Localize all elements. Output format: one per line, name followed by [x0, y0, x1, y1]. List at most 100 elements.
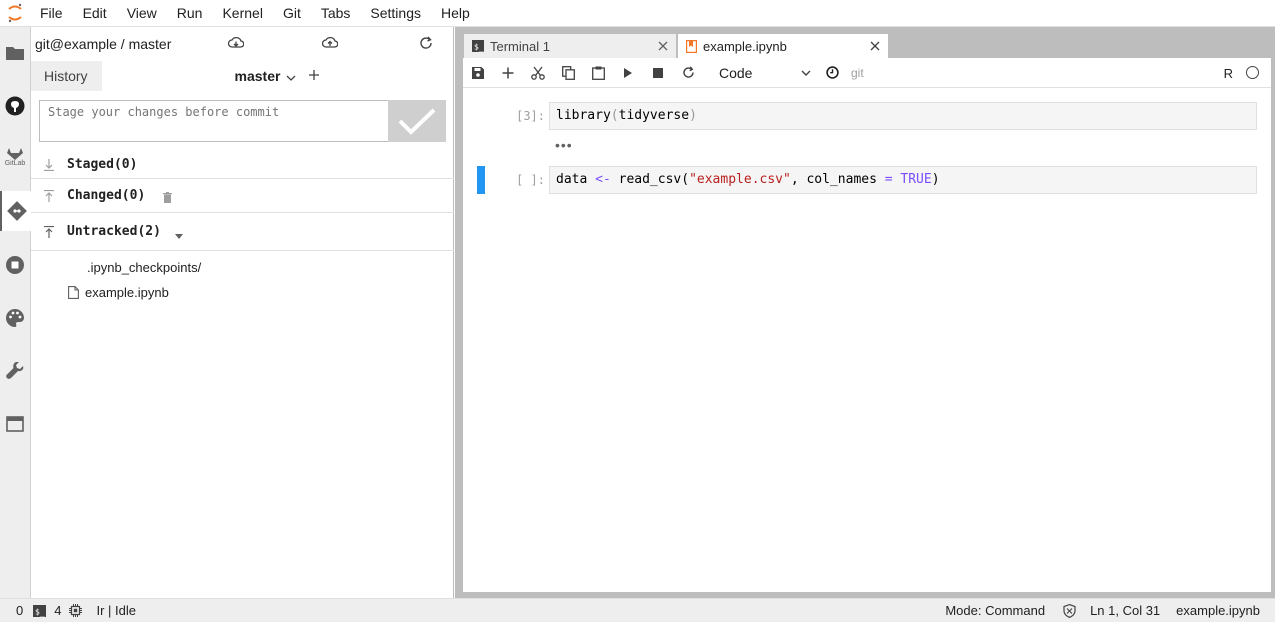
- menu-edit[interactable]: Edit: [73, 0, 117, 27]
- branch-label: master: [234, 68, 281, 84]
- code-token: "example.csv": [689, 172, 791, 187]
- commit-button[interactable]: [388, 100, 446, 142]
- staged-section[interactable]: Staged(0): [31, 151, 454, 179]
- cell-input[interactable]: library(tidyverse): [549, 102, 1257, 130]
- code-token: data: [556, 172, 596, 187]
- mode-indicator[interactable]: Mode: Command: [945, 603, 1045, 618]
- svg-text:$_: $_: [35, 607, 45, 616]
- commit-message-input[interactable]: Stage your changes before commit: [39, 100, 446, 142]
- run-icon[interactable]: [613, 58, 643, 88]
- cell-input[interactable]: data <- read_csv("example.csv", col_name…: [549, 166, 1257, 194]
- menu-settings[interactable]: Settings: [360, 0, 431, 27]
- cut-icon[interactable]: [523, 58, 553, 88]
- trash-icon[interactable]: [163, 191, 173, 206]
- close-icon[interactable]: [870, 41, 880, 51]
- stop-circle-icon[interactable]: [0, 245, 30, 285]
- untracked-section[interactable]: Untracked(2): [31, 213, 454, 251]
- kernel-status[interactable]: Ir | Idle: [96, 603, 136, 618]
- clock-icon[interactable]: [817, 58, 847, 88]
- folder-icon[interactable]: [0, 33, 30, 73]
- git-icon[interactable]: [0, 191, 31, 231]
- tab-icon[interactable]: [0, 404, 30, 444]
- cell-type-value: Code: [719, 64, 753, 81]
- close-icon[interactable]: [658, 41, 668, 51]
- tab-label: example.ipynb: [703, 38, 787, 54]
- changed-title: Changed(0): [67, 188, 146, 203]
- cell-type-select[interactable]: Code: [719, 65, 811, 81]
- cloud-download-icon[interactable]: [227, 36, 245, 53]
- save-icon[interactable]: [463, 58, 493, 88]
- wrench-icon[interactable]: [0, 351, 30, 391]
- tab-branch[interactable]: master: [102, 61, 453, 91]
- changed-section[interactable]: Changed(0): [31, 179, 454, 213]
- svg-text:$_: $_: [474, 43, 484, 52]
- cell-collapser[interactable]: [477, 166, 485, 194]
- tab-history-label: History: [44, 68, 88, 84]
- code-token: ): [689, 108, 697, 123]
- untracked-arrow-icon: [31, 225, 67, 238]
- cloud-upload-icon[interactable]: [321, 36, 339, 53]
- document-tab-bar: $_ Terminal 1 example.ipynb: [463, 33, 889, 58]
- kernel-name[interactable]: R: [1224, 66, 1233, 81]
- status-count-a[interactable]: 0: [16, 603, 23, 618]
- refresh-icon[interactable]: [419, 36, 433, 53]
- tab-terminal-1[interactable]: $_ Terminal 1: [463, 33, 677, 58]
- code-token: TRUE: [900, 172, 932, 187]
- code-token: tidyverse: [618, 108, 690, 123]
- output-collapsed-ellipsis[interactable]: •••: [555, 137, 573, 153]
- gitlab-label: GitLab: [4, 159, 26, 167]
- copy-icon[interactable]: [553, 58, 583, 88]
- code-token: <-: [595, 172, 611, 187]
- chevron-down-icon[interactable]: [286, 68, 296, 84]
- code-token: library: [556, 108, 611, 123]
- jupyter-logo-icon: [0, 0, 30, 27]
- palette-icon[interactable]: [0, 298, 30, 338]
- status-count-b[interactable]: 4: [54, 603, 61, 618]
- code-token: ): [931, 172, 940, 187]
- caret-down-icon[interactable]: [174, 227, 183, 242]
- add-cell-icon[interactable]: [493, 58, 523, 88]
- menu-tabs[interactable]: Tabs: [311, 0, 361, 27]
- cursor-position[interactable]: Ln 1, Col 31: [1090, 603, 1160, 618]
- untracked-file-item[interactable]: example.ipynb: [31, 280, 454, 304]
- stop-icon[interactable]: [643, 58, 673, 88]
- menu-bar: File Edit View Run Kernel Git Tabs Setti…: [0, 0, 1275, 27]
- repo-label: git@example / master: [35, 36, 172, 52]
- terminal-status-icon: $_: [33, 604, 47, 617]
- shield-icon[interactable]: [1063, 603, 1076, 618]
- menu-git[interactable]: Git: [273, 0, 311, 27]
- current-filename: example.ipynb: [1176, 603, 1260, 618]
- gitlab-icon[interactable]: GitLab: [0, 137, 30, 177]
- code-token: (: [610, 108, 619, 123]
- cell-prompt: [ ]:: [516, 173, 545, 187]
- notebook-icon: [686, 39, 697, 53]
- tab-example-ipynb[interactable]: example.ipynb: [677, 33, 889, 58]
- notebook-panel: Code git R [3]: library(tidyverse) ••• […: [463, 58, 1271, 592]
- menu-kernel[interactable]: Kernel: [212, 0, 272, 27]
- paste-icon[interactable]: [583, 58, 613, 88]
- git-diff-button[interactable]: git: [851, 66, 864, 80]
- add-branch-icon[interactable]: [308, 68, 320, 84]
- tab-history[interactable]: History: [31, 61, 102, 91]
- tab-label: Terminal 1: [490, 38, 550, 54]
- code-token: , col_names: [790, 172, 885, 187]
- file-name: .ipynb_checkpoints/: [87, 259, 202, 275]
- menu-view[interactable]: View: [117, 0, 167, 27]
- untracked-title: Untracked(2): [67, 224, 161, 239]
- git-panel: git@example / master History master Stag…: [31, 27, 454, 598]
- git-panel-tabs: History master: [31, 61, 453, 91]
- main-area: $_ Terminal 1 example.ipynb Code git R […: [455, 27, 1275, 598]
- kernel-cpu-icon: [69, 604, 83, 617]
- staged-arrow-icon: [31, 158, 67, 171]
- menu-help[interactable]: Help: [431, 0, 480, 27]
- menu-run[interactable]: Run: [167, 0, 213, 27]
- untracked-file-item[interactable]: .ipynb_checkpoints/: [31, 255, 454, 279]
- file-name: example.ipynb: [85, 284, 169, 300]
- cell-prompt: [3]:: [516, 109, 545, 123]
- menu-file[interactable]: File: [30, 0, 73, 27]
- code-token: =: [884, 172, 893, 187]
- github-icon[interactable]: [0, 86, 30, 126]
- restart-icon[interactable]: [673, 58, 703, 88]
- changed-arrow-icon: [31, 189, 67, 202]
- kernel-status-icon: [1246, 66, 1259, 79]
